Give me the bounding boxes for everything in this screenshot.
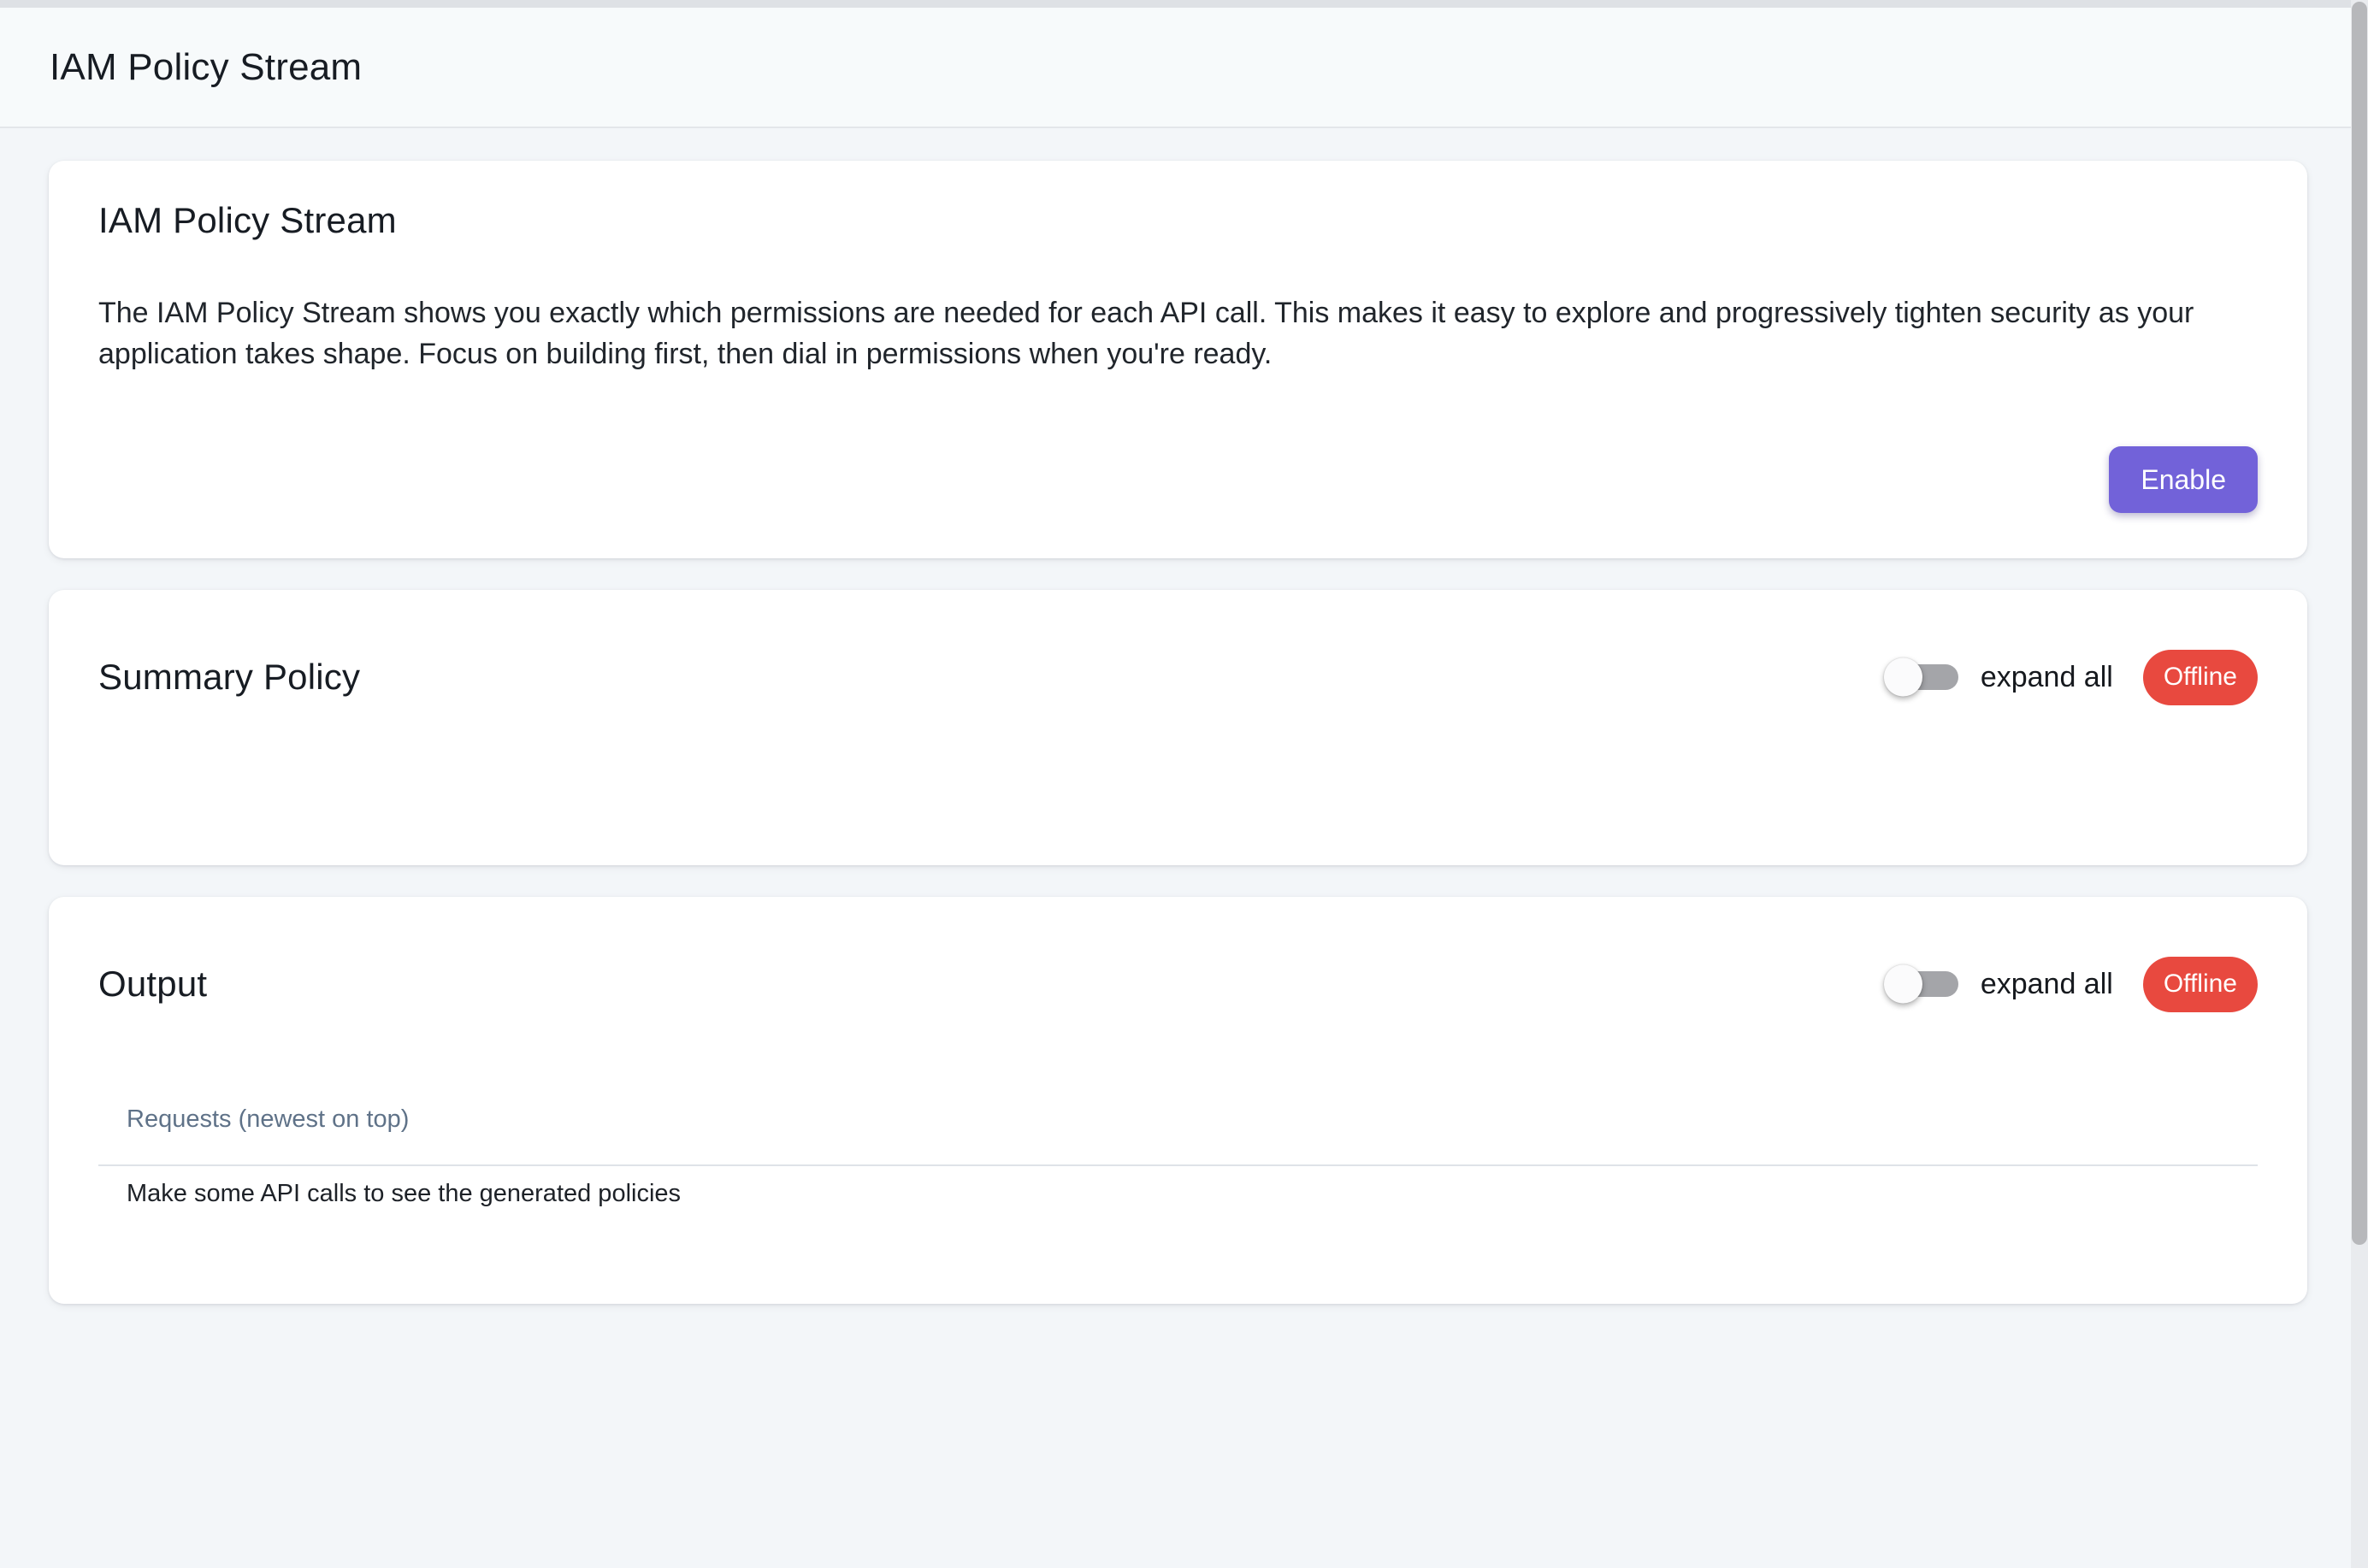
intro-card: IAM Policy Stream The IAM Policy Stream … [49, 161, 2307, 558]
page-title: IAM Policy Stream [50, 46, 362, 89]
summary-expand-toggle[interactable] [1886, 664, 1958, 690]
summary-status-badge: Offline [2143, 650, 2258, 705]
page-header: IAM Policy Stream [0, 8, 2368, 128]
top-strip [0, 0, 2368, 8]
output-card: Output expand all Offline Requests (newe… [49, 897, 2307, 1304]
summary-card-header-row: Summary Policy expand all Offline [98, 640, 2258, 715]
main-content: IAM Policy Stream The IAM Policy Stream … [0, 130, 2368, 1568]
app-window: IAM Policy Stream IAM Policy Stream The … [0, 0, 2368, 1568]
summary-policy-card: Summary Policy expand all Offline [49, 590, 2307, 865]
output-card-header-row: Output expand all Offline [98, 946, 2258, 1022]
toggle-knob [1884, 658, 1922, 697]
scrollbar-thumb[interactable] [2352, 2, 2367, 1245]
toggle-knob [1884, 965, 1922, 1004]
requests-section-title: Requests (newest on top) [98, 1105, 2258, 1134]
summary-card-controls: expand all Offline [1886, 650, 2258, 705]
intro-card-actions: Enable [98, 446, 2258, 513]
output-expand-all-label[interactable]: expand all [1981, 968, 2113, 1001]
summary-expand-all-label[interactable]: expand all [1981, 661, 2113, 694]
requests-empty-message: Make some API calls to see the generated… [98, 1180, 2258, 1208]
requests-divider [98, 1164, 2258, 1166]
output-expand-toggle[interactable] [1886, 971, 1958, 997]
summary-card-title: Summary Policy [98, 657, 1886, 698]
intro-card-description: The IAM Policy Stream shows you exactly … [98, 292, 2223, 374]
intro-card-title: IAM Policy Stream [98, 200, 2258, 241]
requests-section: Requests (newest on top) Make some API c… [98, 1105, 2258, 1208]
output-card-controls: expand all Offline [1886, 957, 2258, 1012]
output-status-badge: Offline [2143, 957, 2258, 1012]
enable-button[interactable]: Enable [2109, 446, 2258, 513]
output-card-title: Output [98, 964, 1886, 1005]
